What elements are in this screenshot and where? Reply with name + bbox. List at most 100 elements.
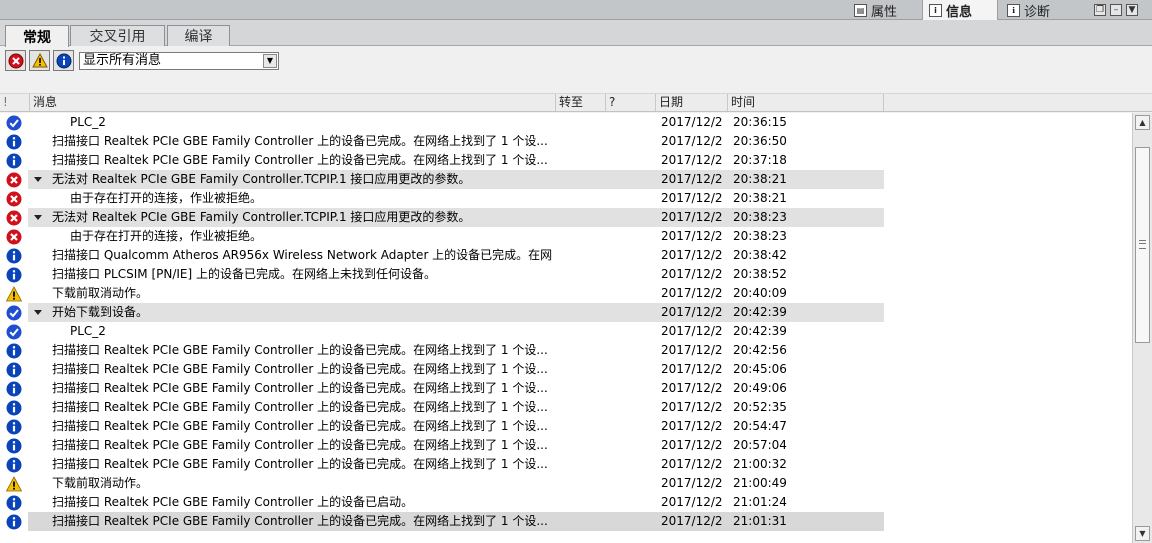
expand-triangle-icon[interactable] [34,215,42,220]
message-filter-toolbar: 显示所有消息 ▼ [0,47,1152,75]
message-text: 扫描接口 Realtek PCIe GBE Family Controller … [52,419,548,433]
message-row[interactable]: 下载前取消动作。 2017/12/2 20:40:09 [0,284,1132,303]
scrollbar-thumb[interactable] [1135,147,1150,343]
col-header-time[interactable]: 时间 [728,94,884,111]
tab-properties[interactable]: ▤ 属性 [848,0,918,20]
message-date: 2017/12/2 [661,248,723,262]
message-row[interactable]: 扫描接口 Realtek PCIe GBE Family Controller … [0,132,1132,151]
message-row[interactable]: PLC_2 2017/12/2 20:42:39 [0,322,1132,341]
message-time: 20:45:06 [733,362,787,376]
message-time: 20:40:09 [733,286,787,300]
float-window-icon[interactable]: ❐ [1094,3,1106,16]
message-row[interactable]: 由于存在打开的连接，作业被拒绝。 2017/12/2 20:38:21 [0,189,1132,208]
message-text: 无法对 Realtek PCIe GBE Family Controller.T… [52,172,471,186]
tab-diagnostics-label: 诊断 [1024,4,1051,20]
window-controls: ❐ – ▼ [1094,2,1138,17]
message-text: 扫描接口 Realtek PCIe GBE Family Controller … [52,495,414,509]
message-row[interactable]: 扫描接口 Realtek PCIe GBE Family Controller … [0,360,1132,379]
message-text: PLC_2 [70,115,106,129]
scroll-down-icon[interactable]: ▼ [1135,526,1150,541]
message-date: 2017/12/2 [661,324,723,338]
tab-diagnostics[interactable]: ℹ 诊断 [1001,0,1073,20]
error-icon [6,229,22,245]
minimize-icon[interactable]: – [1110,3,1122,16]
tab-info[interactable]: i 信息 [922,0,998,20]
message-text: 扫描接口 Realtek PCIe GBE Family Controller … [52,134,548,148]
message-time: 20:38:21 [733,172,787,186]
error-filter-button[interactable] [5,50,26,71]
message-time: 20:38:42 [733,248,787,262]
message-text: 扫描接口 Realtek PCIe GBE Family Controller … [52,400,548,414]
message-date: 2017/12/2 [661,457,723,471]
message-date: 2017/12/2 [661,115,723,129]
success-check-icon [6,305,22,321]
tab-properties-label: 属性 [871,4,898,20]
message-time: 21:01:31 [733,514,787,528]
expand-triangle-icon[interactable] [34,177,42,182]
chevron-down-icon[interactable]: ▼ [263,54,277,68]
message-row[interactable]: 扫描接口 Realtek PCIe GBE Family Controller … [0,151,1132,170]
message-row[interactable]: 扫描接口 Realtek PCIe GBE Family Controller … [0,436,1132,455]
message-time: 20:38:23 [733,210,787,224]
tab-info-label: 信息 [946,4,973,20]
message-text: 扫描接口 PLCSIM [PN/IE] 上的设备已完成。在网络上未找到任何设备。 [52,267,436,281]
col-header-date[interactable]: 日期 [656,94,728,111]
message-date: 2017/12/2 [661,514,723,528]
message-time: 21:01:24 [733,495,787,509]
message-text: PLC_2 [70,324,106,338]
tab-cross-references[interactable]: 交叉引用 [70,25,165,46]
message-time: 20:37:18 [733,153,787,167]
expand-triangle-icon[interactable] [34,310,42,315]
message-text: 由于存在打开的连接，作业被拒绝。 [70,191,263,205]
info-icon [6,248,22,264]
menu-chevron-down-icon[interactable]: ▼ [1126,3,1138,16]
message-row[interactable]: 扫描接口 Realtek PCIe GBE Family Controller … [0,341,1132,360]
message-text: 扫描接口 Realtek PCIe GBE Family Controller … [52,343,548,357]
error-icon [6,172,22,188]
vertical-scrollbar[interactable]: ▲ ▼ [1132,113,1152,543]
info-icon [6,343,22,359]
scroll-up-icon[interactable]: ▲ [1135,115,1150,130]
message-filter-select[interactable]: 显示所有消息 ▼ [79,52,279,70]
info-icon: i [929,3,942,17]
col-header-goto[interactable]: 转至 [556,94,606,111]
message-row[interactable]: 扫描接口 Realtek PCIe GBE Family Controller … [0,493,1132,512]
error-icon [6,191,22,207]
message-row[interactable]: 开始下载到设备。 2017/12/2 20:42:39 [0,303,1132,322]
tab-general[interactable]: 常规 [5,25,69,47]
message-row[interactable]: PLC_2 2017/12/2 20:36:15 [0,113,1132,132]
message-row[interactable]: 扫描接口 Realtek PCIe GBE Family Controller … [0,398,1132,417]
message-row[interactable]: 扫描接口 Realtek PCIe GBE Family Controller … [0,379,1132,398]
warning-icon [6,476,22,492]
message-row[interactable]: 扫描接口 Qualcomm Atheros AR956x Wireless Ne… [0,246,1132,265]
message-row[interactable]: 扫描接口 PLCSIM [PN/IE] 上的设备已完成。在网络上未找到任何设备。… [0,265,1132,284]
message-text: 扫描接口 Qualcomm Atheros AR956x Wireless Ne… [52,248,552,262]
warning-filter-icon [31,52,48,67]
info-filter-button[interactable] [53,50,74,71]
message-text: 无法对 Realtek PCIe GBE Family Controller.T… [52,210,471,224]
message-row[interactable]: 扫描接口 Realtek PCIe GBE Family Controller … [0,455,1132,474]
message-date: 2017/12/2 [661,343,723,357]
message-date: 2017/12/2 [661,191,723,205]
warning-filter-button[interactable] [29,50,50,71]
message-time: 20:42:56 [733,343,787,357]
properties-icon: ▤ [854,3,867,17]
message-time: 20:36:50 [733,134,787,148]
col-header-severity[interactable]: ! [0,94,30,111]
message-row[interactable]: 扫描接口 Realtek PCIe GBE Family Controller … [0,512,1132,531]
message-row[interactable]: 无法对 Realtek PCIe GBE Family Controller.T… [0,170,1132,189]
diagnostics-icon: ℹ [1007,3,1020,17]
message-text: 扫描接口 Realtek PCIe GBE Family Controller … [52,362,548,376]
message-row[interactable]: 由于存在打开的连接，作业被拒绝。 2017/12/2 20:38:23 [0,227,1132,246]
col-header-help[interactable]: ? [606,94,656,111]
col-header-message[interactable]: 消息 [30,94,556,111]
message-row[interactable]: 无法对 Realtek PCIe GBE Family Controller.T… [0,208,1132,227]
error-filter-icon [8,53,23,68]
info-icon [6,438,22,454]
message-row[interactable]: 下载前取消动作。 2017/12/2 21:00:49 [0,474,1132,493]
message-time: 20:38:52 [733,267,787,281]
message-date: 2017/12/2 [661,400,723,414]
message-row[interactable]: 扫描接口 Realtek PCIe GBE Family Controller … [0,417,1132,436]
info-icon [6,267,22,283]
tab-compile[interactable]: 编译 [167,25,230,46]
